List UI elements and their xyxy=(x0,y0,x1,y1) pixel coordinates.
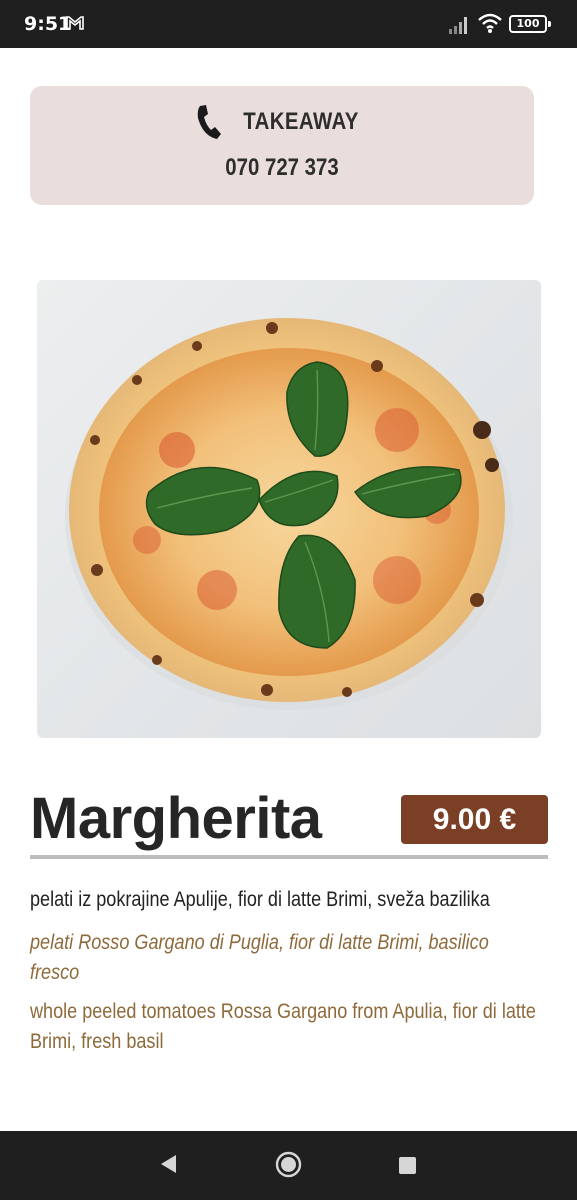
description-slovenian: pelati iz pokrajine Apulije, fior di lat… xyxy=(30,888,490,911)
pizza-illustration xyxy=(65,318,513,710)
price-badge: 9.00 € xyxy=(401,795,548,844)
gmail-m-icon xyxy=(66,16,84,30)
home-circle-icon[interactable] xyxy=(275,1151,302,1178)
takeaway-label: TAKEAWAY xyxy=(243,108,359,135)
description-english: whole peeled tomatoes Rossa Gargano from… xyxy=(30,1000,536,1053)
takeaway-phone-number[interactable]: 070 727 373 xyxy=(68,154,496,182)
takeaway-header: TAKEAWAY xyxy=(30,104,534,140)
phone-icon xyxy=(197,105,221,139)
status-time: 9:51 xyxy=(24,13,72,35)
signal-icon xyxy=(449,17,467,34)
battery-indicator: 100 xyxy=(509,15,551,33)
description-italian: pelati Rosso Gargano di Puglia, fior di … xyxy=(30,931,489,984)
title-divider xyxy=(30,855,548,859)
takeaway-card[interactable]: TAKEAWAY 070 727 373 xyxy=(30,86,534,205)
item-title: Margherita xyxy=(30,786,322,851)
wifi-icon xyxy=(478,13,502,33)
system-nav-bar xyxy=(0,1131,577,1200)
pizza-photo xyxy=(37,280,541,738)
status-bar: 9:51 100 xyxy=(0,0,577,48)
recents-square-icon[interactable] xyxy=(399,1157,416,1174)
back-triangle-icon[interactable] xyxy=(158,1153,178,1175)
